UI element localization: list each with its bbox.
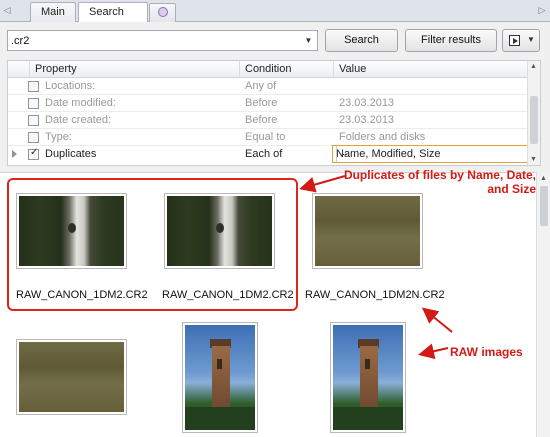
search-input[interactable] [8,31,298,50]
row-checkbox[interactable] [28,132,39,143]
grid-row-date-created[interactable]: Date created: Before 23.03.2013 [8,113,528,129]
file-thumbnail[interactable] [312,193,423,269]
file-thumbnail[interactable] [330,322,406,433]
filter-results-label: Filter results [421,34,481,46]
search-button[interactable]: Search [325,29,398,52]
grid-row-date-modified[interactable]: Date modified: Before 23.03.2013 [8,96,528,112]
results-scrollbar[interactable]: ▲ [536,172,550,437]
value-text: 23.03.2013 [339,114,395,126]
new-tab-icon [158,7,168,17]
row-checkbox[interactable] [28,81,39,92]
grid-row-locations[interactable]: Locations: Any of [8,79,528,95]
search-criteria-grid: Property Condition Value Locations: Any … [7,60,541,166]
file-name[interactable]: RAW_CANON_1DM2N.CR2 [305,289,445,301]
tab-search[interactable]: Search [78,2,148,23]
raw-images-annotation: RAW images [450,345,523,359]
ellipsis-button[interactable]: ... [336,146,350,162]
condition-value: Any of [245,80,277,92]
duplicates-annotation-line2: and Size [487,182,536,196]
duplicates-highlight-box [7,178,298,311]
duplicates-annotation-line1: Duplicates of files by Name, Date, [343,168,536,182]
tab-main-label: Main [41,6,65,18]
scroll-up-icon[interactable]: ▲ [530,63,537,70]
filter-results-button[interactable]: Filter results [405,29,497,52]
property-label: Duplicates [45,148,97,160]
property-label: Date modified: [45,97,116,109]
tab-scroll-right-icon[interactable]: ▷ [537,4,547,16]
row-checkbox[interactable] [28,98,39,109]
search-combobox[interactable]: ▼ [7,30,318,51]
property-label: Date created: [45,114,112,126]
value-text [334,79,514,95]
column-header-condition[interactable]: Condition [240,61,334,78]
grid-row-type[interactable]: Type: Equal to Folders and disks [8,130,528,146]
file-thumbnail[interactable] [182,322,258,433]
tab-search-label: Search [89,6,124,18]
row-checkbox[interactable] [28,115,39,126]
play-options-icon [509,35,520,46]
search-button-label: Search [344,34,379,46]
photo-church-tower [333,325,403,430]
tab-bar: ◁ Main Search ▷ [0,0,550,23]
row-checkbox[interactable] [28,147,39,160]
scroll-up-icon[interactable]: ▲ [540,175,547,182]
options-button[interactable]: ▼ [502,29,540,52]
property-label: Locations: [45,80,96,92]
grid-header-spacer [8,61,30,78]
photo-grass [315,196,420,266]
new-tab-button[interactable] [149,3,176,22]
current-row-icon [12,150,17,158]
search-toolbar: ▼ Search Filter results ▼ [0,22,550,58]
photo-church-tower [185,325,255,430]
photo-grass [19,342,124,412]
duplicates-value-field[interactable]: Name, Modified, Size ... [332,145,528,163]
grid-scrollbar[interactable]: ▲ ▼ [527,61,540,165]
scroll-down-icon[interactable]: ▼ [530,156,537,163]
tab-scroll-left-icon[interactable]: ◁ [2,4,12,16]
chevron-down-icon: ▼ [527,35,535,44]
condition-value: Each of [245,148,283,160]
property-label: Type: [45,131,72,143]
condition-value: Before [245,97,278,109]
grid-header: Property Condition Value [8,61,528,78]
value-text: Folders and disks [339,131,426,143]
scroll-thumb[interactable] [540,186,548,226]
condition-value: Before [245,114,278,126]
duplicates-annotation: Duplicates of files by Name, Date, and S… [330,168,536,196]
value-text: 23.03.2013 [339,97,395,109]
column-header-value[interactable]: Value [334,61,528,78]
condition-value: Equal to [245,131,286,143]
file-thumbnail[interactable] [16,339,127,415]
chevron-down-icon[interactable]: ▼ [301,32,316,49]
tab-main[interactable]: Main [30,2,76,22]
scroll-thumb[interactable] [530,96,538,144]
column-header-property[interactable]: Property [30,61,240,78]
value-text: Name, Modified, Size [336,148,441,160]
